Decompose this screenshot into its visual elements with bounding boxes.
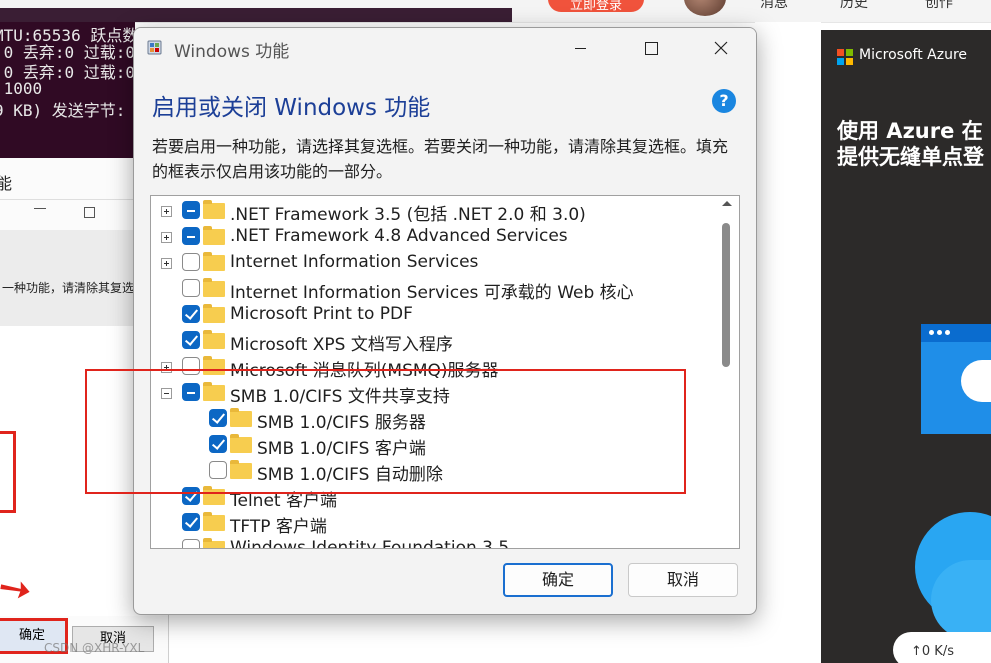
feature-row[interactable]: Microsoft XPS 文档写入程序 (151, 328, 721, 355)
feature-row[interactable]: Internet Information Services 可承载的 Web 核… (151, 276, 721, 303)
annotation-highlight-box (85, 369, 686, 494)
windows-features-icon (147, 40, 162, 55)
terminal-titlebar-fragment (0, 8, 512, 22)
feature-row[interactable]: Windows Identity Foundation 3.5 (151, 536, 721, 549)
feature-checkbox[interactable] (182, 513, 200, 531)
ok-button[interactable]: 确定 (503, 563, 613, 597)
annotation-box-fragment (0, 431, 16, 513)
window-dot (929, 330, 934, 335)
background-dialog-title: 能 (0, 174, 13, 193)
page-title: 启用或关闭 Windows 功能 (152, 95, 431, 121)
dialog-titlebar[interactable]: Windows 功能 (134, 28, 756, 68)
network-speed-widget: ↑0 K/s (893, 632, 991, 663)
avatar[interactable] (684, 0, 726, 16)
folder-icon (203, 200, 225, 219)
feature-checkbox[interactable] (182, 201, 200, 219)
feature-label: .NET Framework 3.5 (包括 .NET 2.0 和 3.0) (230, 205, 586, 225)
folder-icon (203, 512, 225, 531)
expand-plus-icon[interactable] (161, 258, 172, 269)
minimize-icon (575, 48, 586, 49)
ad-headline-line: 使用 Azure 在 (837, 119, 983, 143)
feature-checkbox[interactable] (182, 253, 200, 271)
folder-icon (203, 278, 225, 297)
ad-headline: 使用 Azure 在 提供无缝单点登 (837, 118, 984, 170)
folder-icon (203, 538, 225, 548)
windows-features-dialog: Windows 功能 启用或关闭 Windows 功能 ? 若要启用一种功能，请… (133, 27, 757, 615)
scrollbar-thumb[interactable] (722, 223, 730, 367)
browser-top-strip: 立即登录 消息 历史 创作 (0, 0, 991, 23)
close-button[interactable] (686, 28, 756, 68)
watermark: CSDN @XHR-YXL (44, 641, 145, 655)
top-link-create[interactable]: 创作 (925, 0, 953, 12)
folder-icon (203, 226, 225, 245)
maximize-icon[interactable] (84, 207, 95, 218)
feature-row[interactable]: Internet Information Services (151, 250, 721, 276)
maximize-icon (645, 42, 658, 55)
feature-checkbox[interactable] (182, 279, 200, 297)
feature-label: Microsoft Print to PDF (230, 304, 413, 324)
feature-row[interactable]: .NET Framework 3.5 (包括 .NET 2.0 和 3.0) (151, 198, 721, 225)
feature-label: Internet Information Services 可承载的 Web 核… (230, 283, 634, 303)
terminal-line: 9 KB) 发送字节: (0, 101, 126, 120)
folder-icon (203, 304, 225, 323)
feature-row[interactable]: TFTP 客户端 (151, 510, 721, 537)
feature-label: .NET Framework 4.8 Advanced Services (230, 226, 568, 246)
dialog-title: Windows 功能 (174, 42, 290, 62)
maximize-button[interactable] (616, 28, 686, 68)
login-button[interactable]: 立即登录 (548, 0, 644, 13)
folder-icon (203, 252, 225, 271)
page-gap (755, 22, 821, 663)
vertical-scrollbar[interactable] (717, 196, 737, 548)
minimize-button[interactable] (546, 28, 616, 68)
top-link-history[interactable]: 历史 (840, 0, 868, 12)
feature-checkbox[interactable] (182, 305, 200, 323)
close-icon (714, 41, 728, 55)
feature-label: Microsoft XPS 文档写入程序 (230, 335, 453, 355)
background-dialog-instruction: 一种功能，请清除其复选 (2, 281, 135, 295)
feature-label: Windows Identity Foundation 3.5 (230, 538, 510, 549)
terminal-window: MTU:65536 跃点数:1 :0 丢弃:0 过载:0 帧数:0 :0 丢弃:… (0, 22, 135, 158)
minimize-icon[interactable] (34, 208, 46, 209)
feature-checkbox[interactable] (182, 331, 200, 349)
folder-icon (203, 330, 225, 349)
expand-plus-icon[interactable] (161, 206, 172, 217)
feature-row[interactable]: Microsoft Print to PDF (151, 302, 721, 328)
feature-checkbox[interactable] (182, 539, 200, 548)
help-icon[interactable]: ? (712, 89, 736, 113)
dialog-description: 若要启用一种功能，请选择其复选框。若要关闭一种功能，请清除其复选框。填充的框表示… (152, 137, 729, 181)
scroll-up-icon[interactable] (722, 201, 732, 206)
feature-label: Internet Information Services (230, 252, 479, 272)
cancel-button[interactable]: 取消 (628, 563, 738, 597)
microsoft-logo-icon (837, 49, 853, 65)
window-dot (937, 330, 942, 335)
feature-label: TFTP 客户端 (230, 517, 327, 537)
ad-brand: Microsoft Azure (859, 47, 968, 63)
feature-row[interactable]: .NET Framework 4.8 Advanced Services (151, 224, 721, 250)
window-dot (945, 330, 950, 335)
ad-headline-line: 提供无缝单点登 (837, 145, 984, 169)
azure-ad-panel[interactable]: Microsoft Azure 使用 Azure 在 提供无缝单点登 ↑0 K/… (821, 30, 991, 663)
feature-checkbox[interactable] (182, 227, 200, 245)
terminal-line: :1000 (0, 79, 43, 98)
top-link-messages[interactable]: 消息 (760, 0, 788, 12)
expand-plus-icon[interactable] (161, 232, 172, 243)
